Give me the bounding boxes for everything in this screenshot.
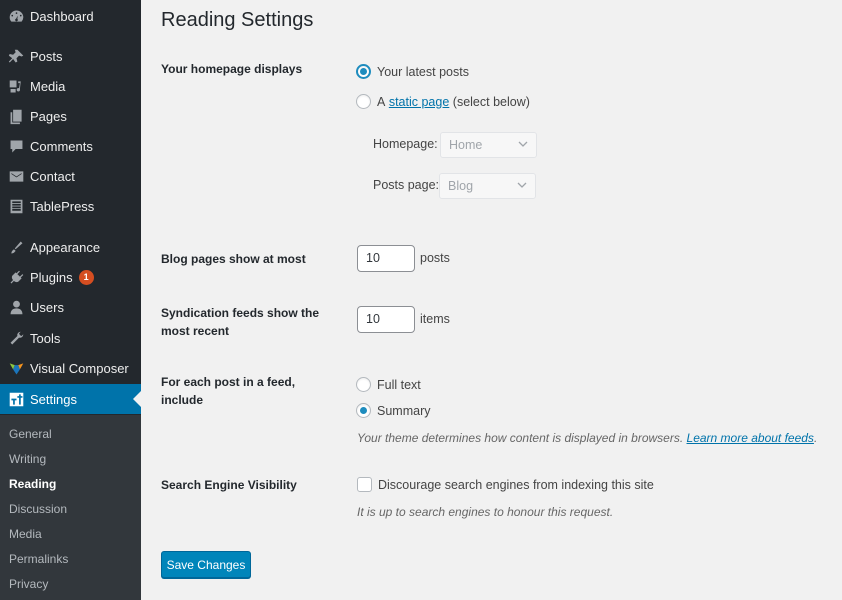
search-engine-label: Search Engine Visibility bbox=[161, 478, 297, 492]
visual-composer-icon bbox=[6, 358, 26, 378]
sidebar-item-pages[interactable]: Pages bbox=[0, 101, 141, 131]
main-content: Reading Settings Your homepage displays … bbox=[141, 0, 842, 600]
plug-icon bbox=[6, 267, 26, 287]
sidebar-item-tablepress[interactable]: TablePress bbox=[0, 191, 141, 221]
submenu-item-writing[interactable]: Writing bbox=[9, 452, 46, 466]
sidebar-item-media[interactable]: Media bbox=[0, 71, 141, 101]
settings-icon bbox=[6, 389, 26, 409]
submenu-item-permalinks[interactable]: Permalinks bbox=[9, 552, 68, 566]
summary-option[interactable]: Summary bbox=[356, 403, 430, 418]
sidebar-item-label: Appearance bbox=[30, 239, 101, 255]
wrench-icon bbox=[6, 328, 26, 348]
sidebar-item-label: Posts bbox=[30, 48, 63, 64]
sidebar-item-label: Plugins bbox=[30, 269, 73, 285]
table-icon bbox=[6, 196, 26, 216]
homepage-select-label: Homepage: bbox=[373, 137, 438, 151]
homepage-select-value: Home bbox=[449, 138, 483, 152]
items-unit-label: items bbox=[420, 312, 450, 326]
chevron-down-icon bbox=[518, 141, 528, 147]
sidebar-item-users[interactable]: Users bbox=[0, 292, 141, 322]
sidebar-item-tools[interactable]: Tools bbox=[0, 323, 141, 353]
sidebar-item-visual-composer[interactable]: Visual Composer bbox=[0, 353, 141, 383]
homepage-displays-label: Your homepage displays bbox=[161, 62, 303, 76]
dashboard-icon bbox=[6, 6, 26, 26]
envelope-icon bbox=[6, 166, 26, 186]
submenu-item-general[interactable]: General bbox=[9, 427, 52, 441]
settings-submenu: General Writing Reading Discussion Media… bbox=[0, 415, 141, 600]
sidebar-item-label: Comments bbox=[30, 138, 93, 154]
sidebar-item-label: Settings bbox=[30, 391, 77, 407]
full-text-radio[interactable] bbox=[356, 377, 371, 392]
sidebar-item-settings[interactable]: Settings bbox=[0, 384, 141, 414]
posts-page-select-value: Blog bbox=[448, 179, 474, 193]
sidebar-item-label: Media bbox=[30, 78, 66, 94]
syndication-label: Syndication feeds show the most recent bbox=[161, 306, 320, 338]
chevron-down-icon bbox=[517, 182, 527, 188]
discourage-search-checkbox[interactable] bbox=[357, 477, 372, 492]
sidebar-item-contact[interactable]: Contact bbox=[0, 161, 141, 191]
static-page-suffix: (select below) bbox=[452, 94, 530, 109]
feed-description-end: . bbox=[813, 431, 818, 445]
discourage-search-label: Discourage search engines from indexing … bbox=[378, 477, 654, 492]
sidebar-item-appearance[interactable]: Appearance bbox=[0, 232, 141, 262]
posts-per-page-input[interactable]: 10 bbox=[357, 245, 415, 272]
blog-pages-label: Blog pages show at most bbox=[161, 252, 306, 266]
sidebar-item-label: Users bbox=[30, 299, 64, 315]
pin-icon bbox=[6, 46, 26, 66]
summary-radio[interactable] bbox=[356, 403, 371, 418]
static-page-link[interactable]: static page bbox=[389, 95, 449, 109]
comment-icon bbox=[6, 136, 26, 156]
full-text-label: Full text bbox=[377, 377, 421, 392]
paintbrush-icon bbox=[6, 237, 26, 257]
discourage-search-option[interactable]: Discourage search engines from indexing … bbox=[357, 477, 654, 492]
latest-posts-option[interactable]: Your latest posts bbox=[356, 64, 469, 79]
media-icon bbox=[6, 76, 26, 96]
sidebar-item-dashboard[interactable]: Dashboard bbox=[0, 1, 141, 31]
feed-description-text: Your theme determines how content is dis… bbox=[357, 431, 684, 445]
submenu-item-privacy[interactable]: Privacy bbox=[9, 577, 48, 591]
update-count-badge: 1 bbox=[78, 269, 94, 285]
submenu-item-discussion[interactable]: Discussion bbox=[9, 502, 67, 516]
sidebar-item-label: Tools bbox=[30, 330, 61, 346]
feed-include-label: For each post in a feed, include bbox=[161, 375, 296, 407]
user-icon bbox=[6, 297, 26, 317]
page-title: Reading Settings bbox=[161, 9, 314, 31]
admin-sidebar: Dashboard Posts Media Pages Comments Con… bbox=[0, 0, 141, 600]
posts-page-select-label: Posts page: bbox=[373, 178, 440, 192]
sidebar-item-label: TablePress bbox=[30, 198, 95, 214]
full-text-option[interactable]: Full text bbox=[356, 377, 421, 392]
sidebar-item-label: Contact bbox=[30, 168, 75, 184]
search-engine-description: It is up to search engines to honour thi… bbox=[357, 505, 614, 519]
homepage-select[interactable]: Home bbox=[440, 132, 537, 158]
sidebar-item-label: Dashboard bbox=[30, 8, 94, 24]
sidebar-item-label: Pages bbox=[30, 108, 67, 124]
sidebar-item-posts[interactable]: Posts bbox=[0, 41, 141, 71]
static-page-prefix: A bbox=[377, 94, 386, 109]
sidebar-item-comments[interactable]: Comments bbox=[0, 131, 141, 161]
summary-label: Summary bbox=[377, 403, 431, 418]
posts-unit-label: posts bbox=[420, 251, 450, 265]
latest-posts-label: Your latest posts bbox=[377, 64, 469, 79]
sidebar-item-label: Visual Composer bbox=[30, 360, 129, 376]
latest-posts-radio[interactable] bbox=[356, 64, 371, 79]
posts-page-select[interactable]: Blog bbox=[439, 173, 536, 199]
feed-description: Your theme determines how content is dis… bbox=[357, 431, 817, 445]
static-page-option[interactable]: A static page (select below) bbox=[356, 94, 530, 109]
static-page-radio[interactable] bbox=[356, 94, 371, 109]
save-changes-button[interactable]: Save Changes bbox=[161, 551, 251, 578]
learn-more-feeds-link[interactable]: Learn more about feeds bbox=[687, 431, 814, 445]
sidebar-item-plugins[interactable]: Plugins 1 bbox=[0, 262, 141, 292]
pages-icon bbox=[6, 106, 26, 126]
active-indicator bbox=[133, 391, 141, 407]
submenu-item-reading[interactable]: Reading bbox=[9, 477, 56, 491]
feed-items-input[interactable]: 10 bbox=[357, 306, 415, 333]
submenu-item-media[interactable]: Media bbox=[9, 527, 42, 541]
